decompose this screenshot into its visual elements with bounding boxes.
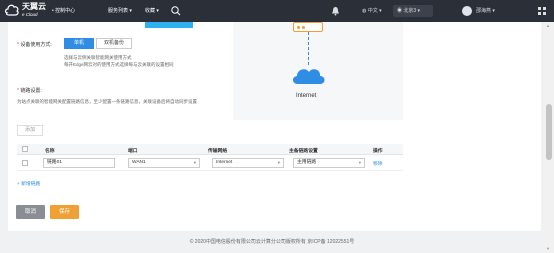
mode-option-single[interactable]: 单机 xyxy=(64,38,94,49)
chevron-down-icon: ▾ xyxy=(416,8,421,14)
console-link[interactable]: • 控制中心 xyxy=(52,7,75,15)
role-select[interactable]: 主用链路 ▾ xyxy=(293,158,365,168)
chevron-down-icon: ▾ xyxy=(193,160,196,165)
table-header: 名称 端口 传输网络 主备链路设置 操作 xyxy=(17,144,403,155)
save-button[interactable]: 保存 xyxy=(50,205,79,219)
chevron-down-icon: ▾ xyxy=(491,8,495,14)
services-menu[interactable]: 服务列表 ▾ xyxy=(108,7,132,15)
mode-help-line-1: 选择与云侧关联智能网关使用方式 xyxy=(64,55,132,60)
row-checkbox[interactable] xyxy=(22,160,28,166)
cancel-button[interactable]: 取消 xyxy=(16,205,45,219)
select-all-checkbox[interactable] xyxy=(22,146,28,152)
scrollbar-thumb[interactable] xyxy=(546,104,552,160)
brand-name: 天翼云 xyxy=(22,2,46,11)
chevron-down-icon: ▾ xyxy=(155,8,159,14)
column-header-name: 名称 xyxy=(45,149,55,154)
network-select[interactable]: Internet ▾ xyxy=(212,158,284,168)
mode-option-dual-backup[interactable]: 双机备份 xyxy=(96,38,132,49)
link-settings-help: 为站点关联的智能网关配置链路信息，至少配置一条链路信息，关联设备后将自动同步设置 xyxy=(17,99,197,104)
language-selector[interactable]: ◍ 中文 ▾ xyxy=(362,7,382,15)
column-header-action: 操作 xyxy=(373,149,383,154)
chevron-down-icon: ▾ xyxy=(277,160,280,165)
search-icon[interactable] xyxy=(170,5,182,17)
user-menu[interactable]: 邵海燕 ▾ xyxy=(476,7,495,15)
add-button[interactable]: 添加 xyxy=(17,125,43,136)
column-header-port: 端口 xyxy=(128,149,138,154)
remove-link[interactable]: 移除 xyxy=(373,160,383,167)
mode-label: * 设备使用方式: xyxy=(17,42,52,48)
connection-line xyxy=(308,32,309,65)
top-bar: 天翼云 e Cloud • 控制中心 服务列表 ▾ 收藏 ▾ ◍ 中文 ▾ ◉ … xyxy=(0,0,554,22)
mode-help-line-2: 每开Edge网云对的使用方式选择每与云关联的设置相同 xyxy=(64,62,174,67)
avatar[interactable] xyxy=(462,6,472,16)
link-name-input[interactable]: 链路01 xyxy=(43,158,115,168)
cloud-icon xyxy=(292,69,325,84)
gateway-device-icon xyxy=(293,22,323,32)
favorites-menu[interactable]: 收藏 ▾ xyxy=(145,7,159,15)
footer-copyright: © 2020中国电信股份有限公司云计算分公司版权所有 京ICP备 1202255… xyxy=(189,239,355,245)
chevron-down-icon: ▾ xyxy=(377,8,382,14)
bell-icon[interactable] xyxy=(331,6,340,16)
table-row: 链路01 WAN1 ▾ Internet ▾ 主用链路 ▾ 移除 xyxy=(17,155,403,171)
new-link-button[interactable]: + 新增链路 xyxy=(17,180,40,187)
ecloud-logo-icon[interactable] xyxy=(4,2,20,20)
scroll-down-icon[interactable]: ▼ xyxy=(546,246,550,251)
region-selector[interactable]: ◉ 北京3 ▾ xyxy=(393,5,433,17)
chevron-down-icon: ▾ xyxy=(358,160,361,165)
truncated-panel-element xyxy=(145,22,193,28)
scroll-up-icon[interactable]: ▲ xyxy=(546,23,550,28)
port-select[interactable]: WAN1 ▾ xyxy=(128,158,200,168)
brand-subtitle: e Cloud xyxy=(22,12,38,17)
internet-label: Internet xyxy=(296,93,317,99)
chevron-down-icon: ▾ xyxy=(128,8,132,14)
column-header-role: 主备链路设置 xyxy=(289,149,318,154)
grid-menu-icon[interactable] xyxy=(537,6,547,16)
column-header-network: 传输网络 xyxy=(208,149,228,154)
link-settings-label: * 链路设置: xyxy=(17,88,42,94)
